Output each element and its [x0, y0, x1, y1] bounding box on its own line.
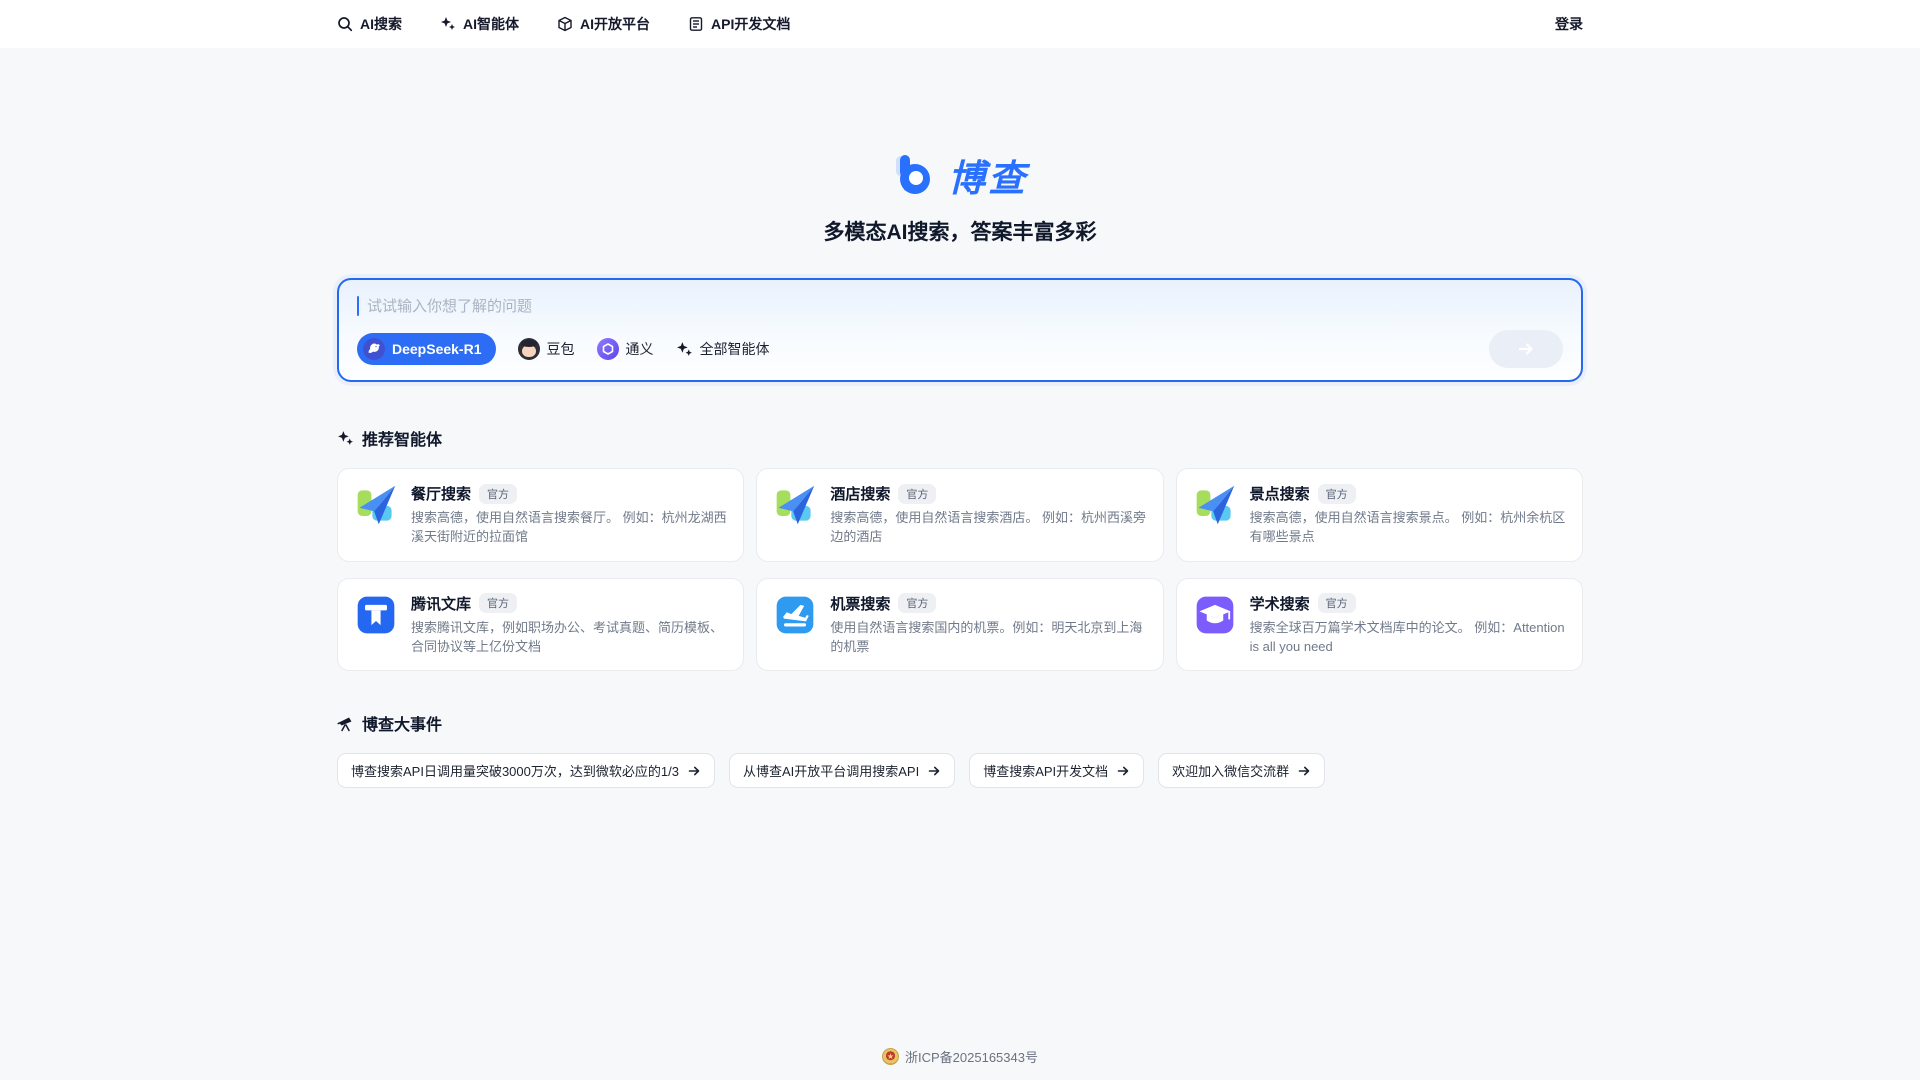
send-button[interactable]	[1489, 330, 1563, 368]
agent-card-title: 机票搜索	[830, 593, 890, 614]
agent-card-title: 酒店搜索	[830, 483, 890, 504]
nav-item-label: AI开放平台	[580, 14, 650, 34]
icp-number[interactable]: 浙ICP备2025165343号	[905, 1047, 1038, 1066]
agent-card-title: 学术搜索	[1250, 593, 1310, 614]
search-box: DeepSeek-R1 豆包 通义 全部智能体	[337, 278, 1583, 382]
nav-item-label: AI搜索	[360, 14, 402, 34]
document-icon	[688, 16, 704, 32]
doubao-avatar-icon	[518, 338, 540, 360]
arrow-right-icon	[1297, 764, 1311, 778]
model-chip-doubao[interactable]: 豆包	[518, 338, 575, 360]
model-chip-label: 全部智能体	[700, 339, 770, 359]
flight-icon	[773, 593, 817, 637]
agent-card-description: 使用自然语言搜索国内的机票。例如：明天北京到上海的机票	[830, 619, 1146, 657]
official-badge: 官方	[479, 484, 517, 504]
brand-name: 博查	[948, 148, 1028, 202]
model-chip-deepseek[interactable]: DeepSeek-R1	[357, 333, 496, 365]
agent-card-description: 搜索高德，使用自然语言搜索酒店。 例如：杭州西溪旁边的酒店	[830, 509, 1146, 547]
sparkles-icon	[676, 341, 693, 358]
text-cursor	[357, 296, 359, 316]
login-button[interactable]: 登录	[1555, 14, 1583, 34]
official-badge: 官方	[898, 593, 936, 613]
agent-card-restaurant[interactable]: 餐厅搜索 官方 搜索高德，使用自然语言搜索餐厅。 例如：杭州龙湖西溪天街附近的拉…	[337, 468, 744, 562]
agent-card-title: 餐厅搜索	[411, 483, 471, 504]
footer: 浙ICP备2025165343号	[337, 1031, 1583, 1080]
nav-item-api-docs[interactable]: API开发文档	[688, 14, 790, 34]
model-chip-label: 通义	[626, 339, 654, 359]
section-title: 博查大事件	[362, 711, 442, 735]
agents-grid: 餐厅搜索 官方 搜索高德，使用自然语言搜索餐厅。 例如：杭州龙湖西溪天街附近的拉…	[337, 468, 1583, 671]
official-badge: 官方	[1318, 593, 1356, 613]
amap-plane-icon	[354, 483, 398, 527]
brand-logo: 博查	[337, 148, 1583, 202]
arrow-right-icon	[927, 764, 941, 778]
agent-card-description: 搜索高德，使用自然语言搜索餐厅。 例如：杭州龙湖西溪天街附近的拉面馆	[411, 509, 727, 547]
tencent-docs-icon	[354, 593, 398, 637]
agents-section-header: 推荐智能体	[337, 426, 1583, 450]
official-badge: 官方	[898, 484, 936, 504]
official-badge: 官方	[1318, 484, 1356, 504]
event-link-open-platform[interactable]: 从博查AI开放平台调用搜索API	[729, 753, 955, 788]
section-title: 推荐智能体	[362, 426, 442, 450]
hero-tagline: 多模态AI搜索，答案丰富多彩	[337, 216, 1583, 246]
agent-card-flight[interactable]: 机票搜索 官方 使用自然语言搜索国内的机票。例如：明天北京到上海的机票	[756, 578, 1163, 672]
event-label: 博查搜索API开发文档	[983, 761, 1108, 780]
agent-card-title: 腾讯文库	[411, 593, 471, 614]
agent-card-title: 景点搜索	[1250, 483, 1310, 504]
main-content: 博查 多模态AI搜索，答案丰富多彩 DeepSeek-R1 豆包	[337, 48, 1583, 1080]
official-badge: 官方	[479, 593, 517, 613]
nav-item-ai-agents[interactable]: AI智能体	[440, 14, 519, 34]
event-link-wechat-group[interactable]: 欢迎加入微信交流群	[1158, 753, 1325, 788]
amap-plane-icon	[773, 483, 817, 527]
arrow-right-icon	[1116, 764, 1130, 778]
model-chip-tongyi[interactable]: 通义	[597, 338, 654, 360]
events-row: 博查搜索API日调用量突破3000万次，达到微软必应的1/3 从博查AI开放平台…	[337, 753, 1583, 788]
agent-card-description: 搜索高德，使用自然语言搜索景点。 例如：杭州余杭区有哪些景点	[1250, 509, 1566, 547]
nav-item-open-platform[interactable]: AI开放平台	[557, 14, 650, 34]
police-badge-icon	[882, 1048, 899, 1065]
arrow-right-icon	[687, 764, 701, 778]
model-chip-label: DeepSeek-R1	[392, 341, 482, 357]
event-label: 从博查AI开放平台调用搜索API	[743, 761, 919, 780]
events-section-header: 博查大事件	[337, 711, 1583, 735]
agent-card-academic[interactable]: 学术搜索 官方 搜索全球百万篇学术文档库中的论文。 例如：Attention i…	[1176, 578, 1583, 672]
brand-logo-icon	[892, 152, 938, 198]
model-chip-all-agents[interactable]: 全部智能体	[676, 339, 770, 359]
event-link-api-docs[interactable]: 博查搜索API开发文档	[969, 753, 1144, 788]
agent-card-attraction[interactable]: 景点搜索 官方 搜索高德，使用自然语言搜索景点。 例如：杭州余杭区有哪些景点	[1176, 468, 1583, 562]
agent-card-description: 搜索腾讯文库，例如职场办公、考试真题、简历模板、合同协议等上亿份文档	[411, 619, 727, 657]
sparkles-icon	[440, 16, 456, 32]
event-link-api-volume[interactable]: 博查搜索API日调用量突破3000万次，达到微软必应的1/3	[337, 753, 715, 788]
event-label: 博查搜索API日调用量突破3000万次，达到微软必应的1/3	[351, 761, 679, 780]
sparkles-icon	[337, 430, 354, 447]
search-input[interactable]	[367, 298, 1563, 315]
model-chip-label: 豆包	[547, 339, 575, 359]
search-icon	[337, 16, 353, 32]
nav-item-label: API开发文档	[711, 14, 790, 34]
tongyi-logo-icon	[597, 338, 619, 360]
arrow-right-icon	[1516, 339, 1536, 359]
event-label: 欢迎加入微信交流群	[1172, 761, 1289, 780]
cube-icon	[557, 16, 573, 32]
nav-item-label: AI智能体	[463, 14, 519, 34]
graduation-cap-icon	[1193, 593, 1237, 637]
agent-card-hotel[interactable]: 酒店搜索 官方 搜索高德，使用自然语言搜索酒店。 例如：杭州西溪旁边的酒店	[756, 468, 1163, 562]
telescope-icon	[337, 715, 354, 732]
deepseek-logo-icon	[363, 338, 385, 360]
nav-item-ai-search[interactable]: AI搜索	[337, 14, 402, 34]
agent-card-tencent-docs[interactable]: 腾讯文库 官方 搜索腾讯文库，例如职场办公、考试真题、简历模板、合同协议等上亿份…	[337, 578, 744, 672]
agent-card-description: 搜索全球百万篇学术文档库中的论文。 例如：Attention is all yo…	[1250, 619, 1566, 657]
top-navigation: AI搜索 AI智能体 AI开放平台 API开发文档 登录	[0, 0, 1920, 48]
amap-plane-icon	[1193, 483, 1237, 527]
